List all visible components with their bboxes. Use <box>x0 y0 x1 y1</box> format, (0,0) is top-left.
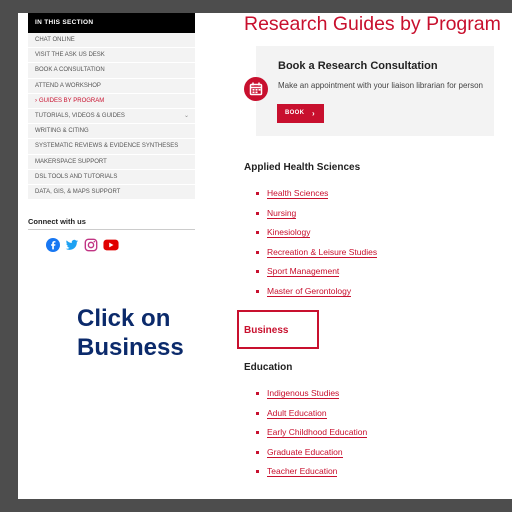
facebook-icon[interactable] <box>46 238 60 252</box>
bullet <box>256 450 259 454</box>
section-heading-education: Education <box>244 362 293 373</box>
sidebar-item-label: SYSTEMATIC REVIEWS & EVIDENCE SYNTHESES <box>35 143 179 150</box>
program-link-indigenous-studies[interactable]: Indigenous Studies <box>267 388 340 399</box>
sidebar-item-data-gis-maps[interactable]: DATA, GIS, & MAPS SUPPORT <box>28 184 195 201</box>
bullet <box>256 470 259 474</box>
bullet <box>256 270 259 274</box>
connect-title: Connect with us <box>28 217 86 226</box>
calendar-badge <box>244 77 268 101</box>
program-link-gerontology[interactable]: Master of Gerontology <box>267 286 352 297</box>
program-link-teacher-education[interactable]: Teacher Education <box>267 466 338 478</box>
business-link[interactable]: Business <box>244 325 288 336</box>
bullet <box>256 392 259 395</box>
program-link-sport-management[interactable]: Sport Management <box>267 266 340 278</box>
sidebar-item-systematic-reviews[interactable]: SYSTEMATIC REVIEWS & EVIDENCE SYNTHESES <box>28 139 195 155</box>
bullet <box>256 211 259 215</box>
sidebar-item-attend-workshop[interactable]: ATTEND A WORKSHOP <box>28 78 195 94</box>
divider <box>28 229 195 230</box>
bullet <box>256 289 259 293</box>
program-link-kinesiology[interactable]: Kinesiology <box>267 227 311 239</box>
instruction-callout: Click on Business <box>77 304 227 362</box>
sidebar-item-chat-online[interactable]: CHAT ONLINE <box>28 33 195 49</box>
sidebar-heading: IN THIS SECTION <box>28 13 195 33</box>
calendar-icon <box>249 82 263 96</box>
sidebar-nav: CHAT ONLINE VISIT THE ASK US DESK BOOK A… <box>28 33 195 201</box>
program-link-health-sciences[interactable]: Health Sciences <box>267 188 329 199</box>
twitter-icon[interactable] <box>65 238 79 252</box>
sidebar-item-label: CHAT ONLINE <box>35 37 75 43</box>
instagram-icon[interactable] <box>84 238 98 252</box>
instruction-line: Business <box>77 334 184 361</box>
page-title: Research Guides by Program <box>244 13 501 35</box>
sidebar-item-label: ATTEND A WORKSHOP <box>35 82 101 89</box>
sidebar-item-label: DATA, GIS, & MAPS SUPPORT <box>35 188 121 195</box>
sidebar-item-label: BOOK A CONSULTATION <box>35 67 105 74</box>
sidebar-item-label: DSL TOOLS AND TUTORIALS <box>35 173 118 180</box>
book-button-label: BOOK <box>285 110 305 116</box>
sidebar-item-writing-citing[interactable]: WRITING & CITING <box>28 124 195 140</box>
program-link-recreation-leisure[interactable]: Recreation & Leisure Studies <box>267 247 378 258</box>
chevron-down-icon[interactable]: ⌄ <box>184 109 189 124</box>
bullet <box>256 231 259 235</box>
bullet <box>256 250 259 254</box>
sidebar-item-label: TUTORIALS, VIDEOS & GUIDES <box>35 112 125 119</box>
sidebar-item-label: MAKERSPACE SUPPORT <box>35 158 107 165</box>
chevron-right-icon: › <box>312 109 315 118</box>
book-button[interactable]: BOOK › <box>277 104 324 123</box>
consultation-title: Book a Research Consultation <box>278 60 438 72</box>
program-link-graduate-education[interactable]: Graduate Education <box>267 447 343 458</box>
bullet <box>256 411 259 415</box>
instruction-line: Click on <box>77 305 171 332</box>
youtube-icon[interactable] <box>103 238 119 252</box>
sidebar-item-book-consultation[interactable]: BOOK A CONSULTATION <box>28 63 195 79</box>
chevron-right-icon: › <box>35 97 37 104</box>
sidebar-item-ask-us-desk[interactable]: VISIT THE ASK US DESK <box>28 48 195 64</box>
program-link-nursing[interactable]: Nursing <box>267 208 297 219</box>
sidebar-item-dsl-tools[interactable]: DSL TOOLS AND TUTORIALS <box>28 169 195 185</box>
bullet <box>256 192 259 195</box>
consultation-description: Make an appointment with your liaison li… <box>278 81 483 90</box>
sidebar-item-label: WRITING & CITING <box>35 128 89 135</box>
sidebar-item-tutorials[interactable]: TUTORIALS, VIDEOS & GUIDES ⌄ <box>28 108 195 125</box>
program-link-adult-education[interactable]: Adult Education <box>267 408 327 419</box>
program-link-early-childhood[interactable]: Early Childhood Education <box>267 427 368 439</box>
bullet <box>256 431 259 435</box>
section-heading-applied-health: Applied Health Sciences <box>244 162 361 173</box>
sidebar-item-label: GUIDES BY PROGRAM <box>39 97 105 104</box>
sidebar-item-makerspace[interactable]: MAKERSPACE SUPPORT <box>28 154 195 170</box>
sidebar-item-label: VISIT THE ASK US DESK <box>35 52 105 59</box>
sidebar-item-guides-by-program[interactable]: › GUIDES BY PROGRAM <box>28 93 195 109</box>
